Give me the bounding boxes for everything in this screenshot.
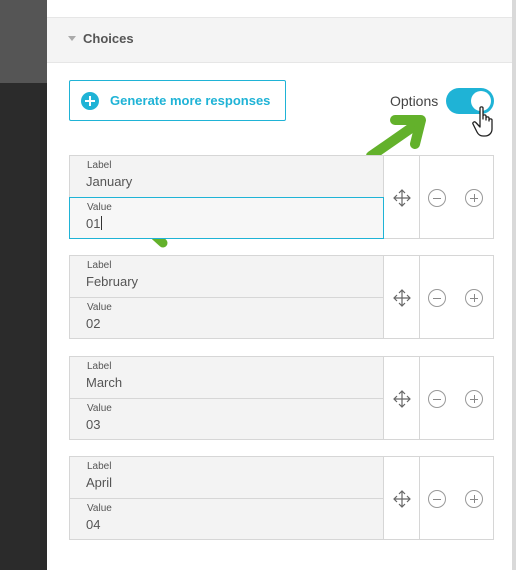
drag-handle[interactable] — [384, 256, 420, 338]
label-field[interactable]: Label February — [70, 256, 384, 297]
value-caption: Value — [87, 503, 112, 514]
generate-more-responses-button[interactable]: Generate more responses — [69, 80, 286, 121]
section-title: Choices — [83, 31, 134, 46]
choice-row: Label January Value 01 — [69, 155, 494, 239]
label-caption: Label — [87, 461, 112, 472]
move-arrows-icon — [393, 490, 411, 508]
row-actions — [420, 457, 493, 539]
value-field[interactable]: Value 01 — [69, 197, 384, 239]
panel-scrollbar[interactable] — [512, 0, 516, 570]
add-choice-button[interactable] — [465, 390, 483, 408]
label-input[interactable]: April — [86, 475, 112, 490]
move-arrows-icon — [393, 390, 411, 408]
value-field[interactable]: Value 04 — [70, 498, 384, 539]
choice-fields: Label February Value 02 — [70, 256, 384, 338]
value-caption: Value — [87, 202, 112, 213]
options-label: Options — [390, 93, 439, 109]
add-choice-button[interactable] — [465, 289, 483, 307]
plus-circle-icon — [81, 92, 99, 110]
add-choice-button[interactable] — [465, 490, 483, 508]
row-actions — [420, 256, 493, 338]
label-field[interactable]: Label March — [70, 357, 384, 398]
choices-editor-panel: Choices Generate more responses Options … — [47, 0, 516, 570]
drag-handle[interactable] — [384, 357, 420, 439]
row-actions — [420, 156, 493, 238]
label-input[interactable]: March — [86, 375, 122, 390]
remove-choice-button[interactable] — [428, 390, 446, 408]
label-input[interactable]: February — [86, 274, 138, 289]
value-input[interactable]: 01 — [86, 216, 103, 231]
remove-choice-button[interactable] — [428, 490, 446, 508]
remove-choice-button[interactable] — [428, 189, 446, 207]
hand-cursor-icon — [472, 106, 493, 137]
chevron-down-icon — [68, 36, 76, 41]
choice-row: Label March Value 03 — [69, 356, 494, 440]
drag-handle[interactable] — [384, 457, 420, 539]
text-caret — [101, 216, 103, 230]
value-input[interactable]: 03 — [86, 417, 100, 432]
value-caption: Value — [87, 403, 112, 414]
label-caption: Label — [87, 361, 112, 372]
backdrop-overlay-bottom — [0, 83, 47, 570]
choice-fields: Label March Value 03 — [70, 357, 384, 439]
value-text: 01 — [86, 216, 101, 231]
backdrop-overlay-top — [0, 0, 47, 83]
label-caption: Label — [87, 160, 112, 171]
choice-fields: Label January Value 01 — [69, 156, 384, 239]
drag-handle[interactable] — [384, 156, 420, 238]
generate-more-responses-label: Generate more responses — [110, 93, 271, 108]
choices-section-header[interactable]: Choices — [47, 18, 512, 63]
label-caption: Label — [87, 260, 112, 271]
row-actions — [420, 357, 493, 439]
label-input[interactable]: January — [86, 174, 132, 189]
choice-row: Label February Value 02 — [69, 255, 494, 339]
move-arrows-icon — [393, 189, 411, 207]
choice-row: Label April Value 04 — [69, 456, 494, 540]
choice-fields: Label April Value 04 — [70, 457, 384, 539]
value-input[interactable]: 02 — [86, 316, 100, 331]
label-field[interactable]: Label April — [70, 457, 384, 498]
remove-choice-button[interactable] — [428, 289, 446, 307]
value-field[interactable]: Value 03 — [70, 398, 384, 439]
add-choice-button[interactable] — [465, 189, 483, 207]
move-arrows-icon — [393, 289, 411, 307]
value-caption: Value — [87, 302, 112, 313]
value-field[interactable]: Value 02 — [70, 297, 384, 338]
value-input[interactable]: 04 — [86, 517, 100, 532]
label-field[interactable]: Label January — [70, 156, 384, 197]
